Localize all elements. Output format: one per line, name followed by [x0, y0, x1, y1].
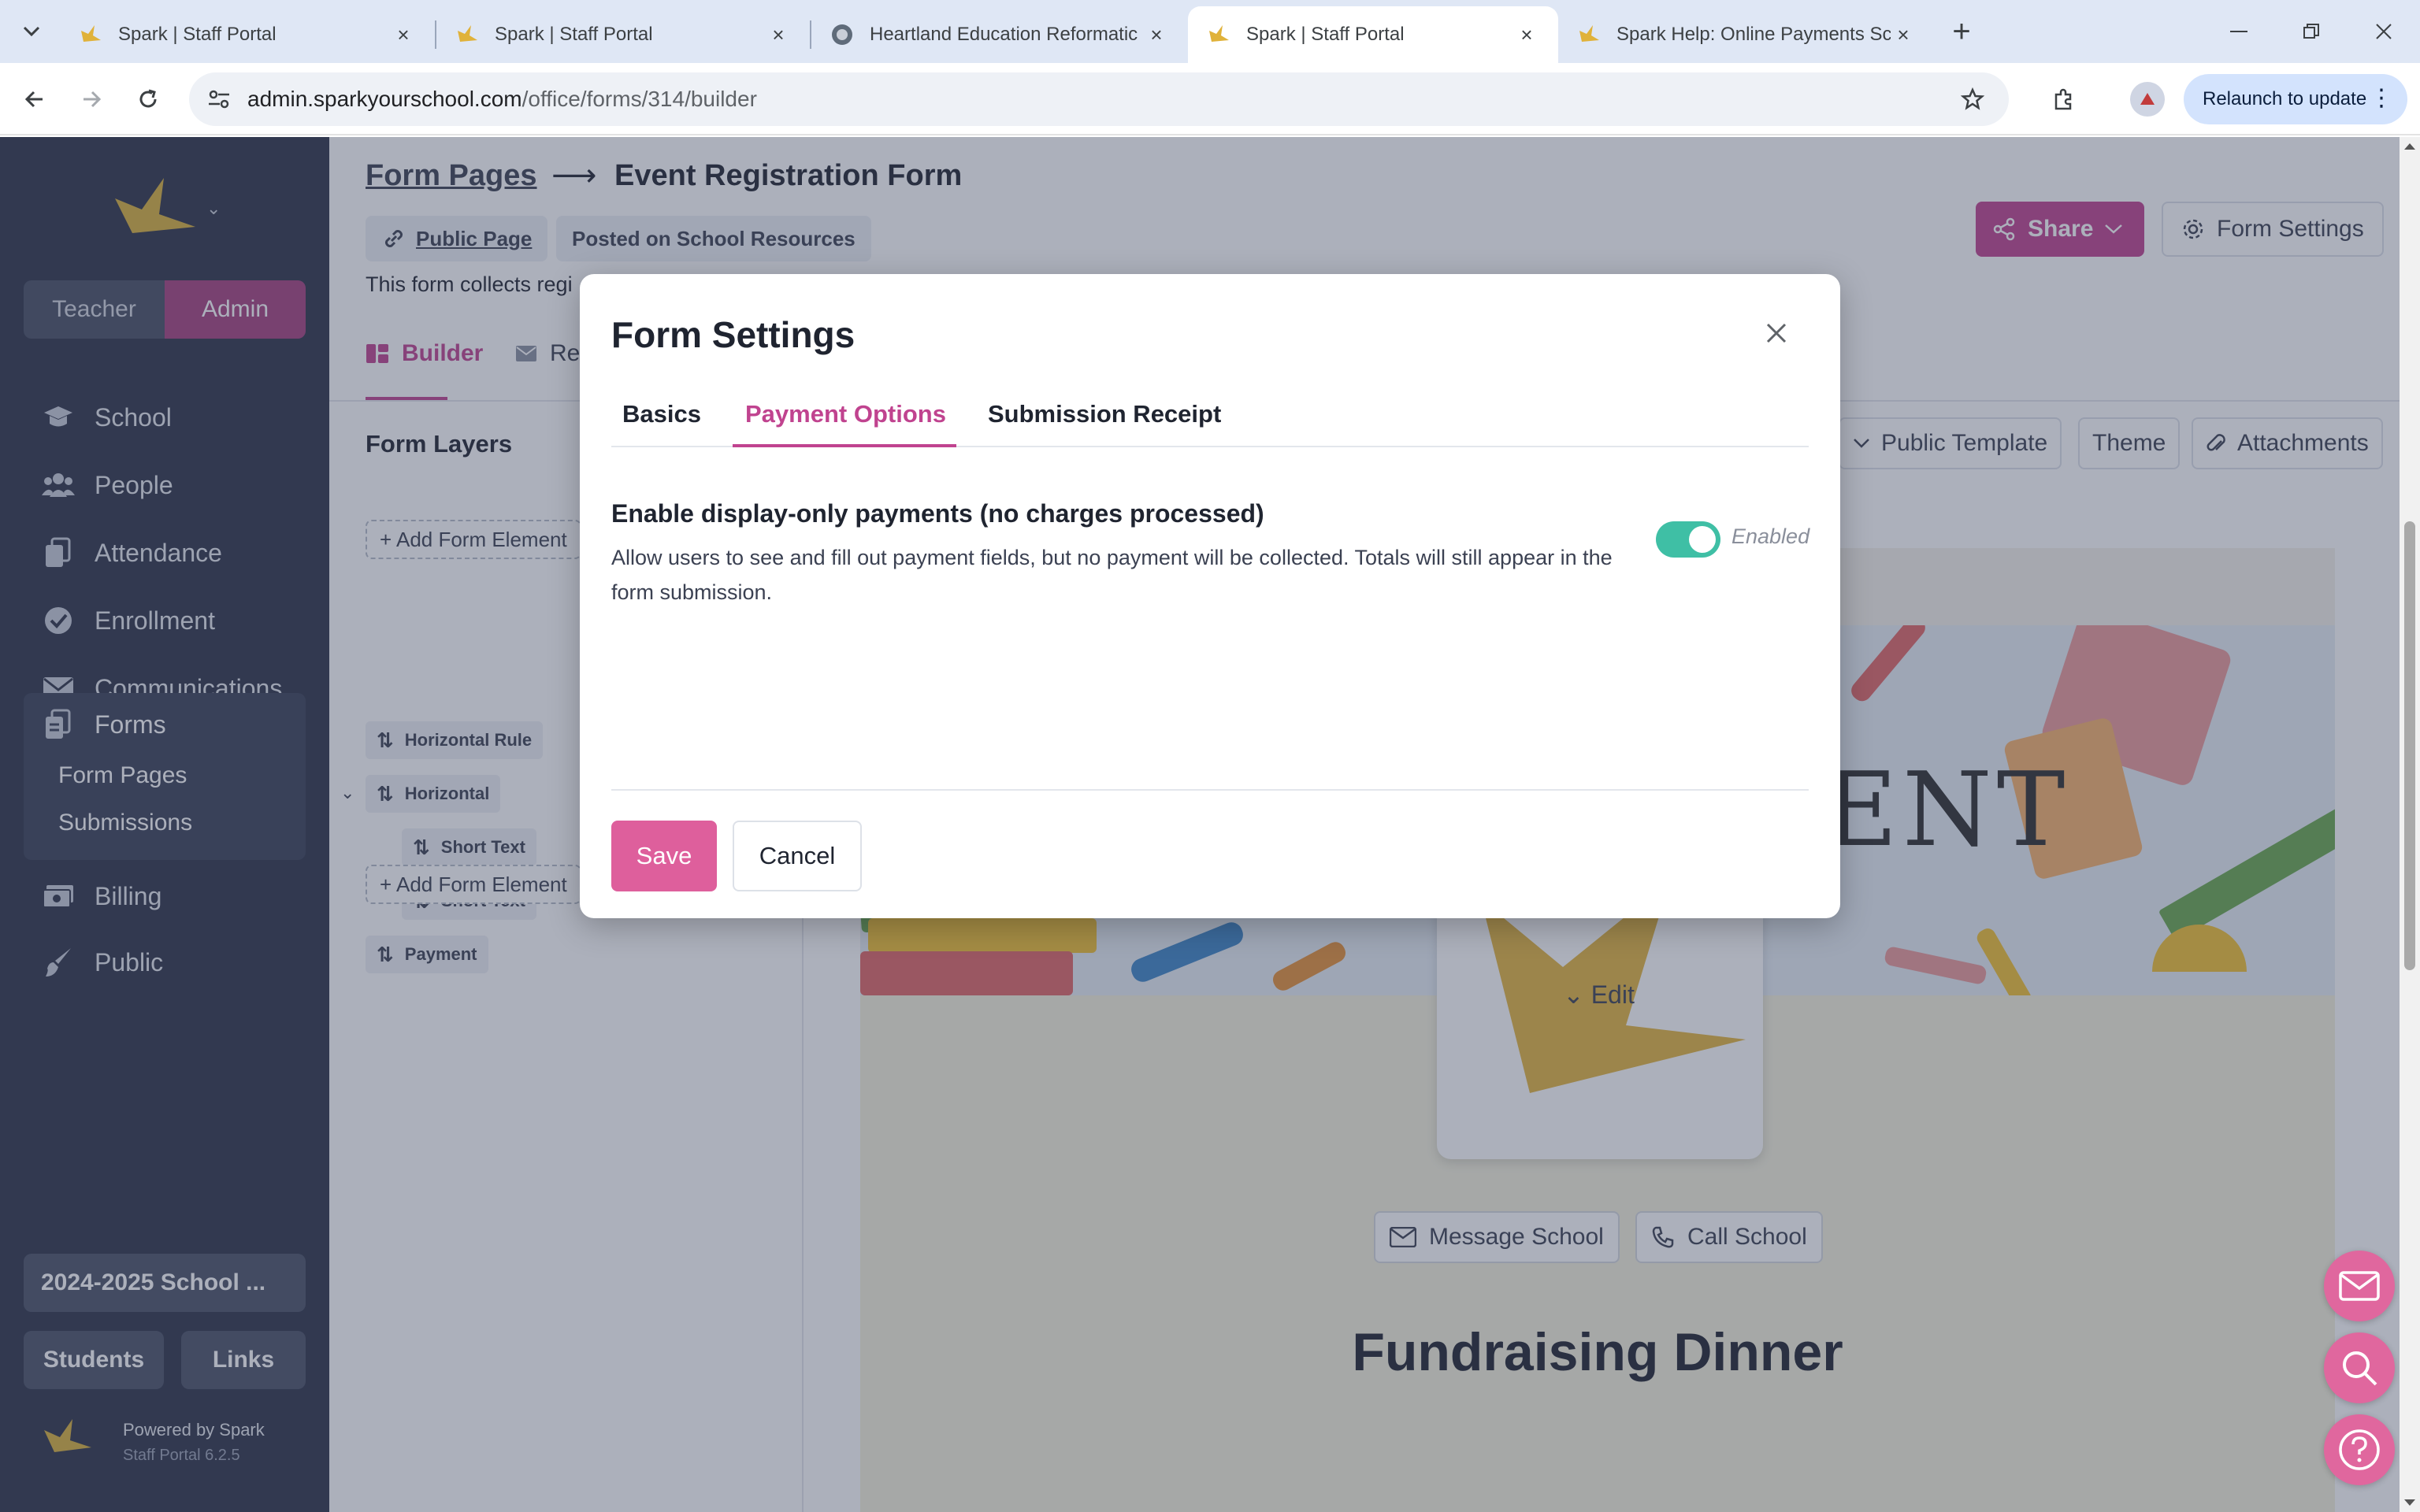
save-button[interactable]: Save: [611, 821, 717, 891]
browser-toolbar: admin.sparkyourschool.com/office/forms/3…: [0, 63, 2420, 135]
search-float-button[interactable]: [2324, 1332, 2395, 1403]
app-root: ⌄ Teacher Admin School People Attendance…: [0, 137, 2420, 1512]
new-tab-button[interactable]: +: [1944, 14, 1979, 49]
envelope-icon: [2339, 1271, 2380, 1301]
arrow-left-icon: [24, 91, 43, 108]
puzzle-icon: [2054, 88, 2072, 110]
tab-title: Spark | Staff Portal: [1246, 24, 1405, 45]
help-icon: [2339, 1429, 2380, 1470]
tab-basics[interactable]: Basics: [622, 400, 701, 428]
spark-favicon-icon: [1209, 25, 1229, 42]
close-window-button[interactable]: [2363, 14, 2404, 49]
close-icon[interactable]: ×: [1891, 22, 1916, 47]
relaunch-label: Relaunch to update: [2203, 88, 2367, 109]
address-bar[interactable]: admin.sparkyourschool.com/office/forms/3…: [189, 72, 2009, 126]
display-only-payments-description: Allow users to see and fill out payment …: [611, 546, 1613, 604]
tab-underline: [733, 444, 956, 447]
tab-title: Spark | Staff Portal: [495, 24, 653, 45]
form-settings-modal: Form Settings Basics Payment Options Sub…: [580, 274, 1840, 918]
scroll-up-icon[interactable]: [2400, 137, 2420, 156]
divider: [611, 789, 1809, 791]
star-icon: [1961, 87, 1984, 110]
extensions-button[interactable]: [2045, 80, 2083, 118]
restore-button[interactable]: [2291, 14, 2332, 49]
back-button[interactable]: [16, 80, 54, 118]
relaunch-button[interactable]: Relaunch to update ⋮: [2184, 74, 2407, 124]
browser-tab-strip: Spark | Staff Portal × Spark | Staff Por…: [0, 0, 2420, 63]
help-float-button[interactable]: [2324, 1414, 2395, 1485]
browser-tab-3[interactable]: Heartland Education Reformatic ×: [811, 6, 1188, 63]
close-icon: [1766, 323, 1787, 343]
profile-icon: [2140, 93, 2155, 105]
url-host: admin.sparkyourschool.com: [247, 87, 522, 111]
reload-button[interactable]: [129, 80, 167, 118]
display-only-payments-title: Enable display-only payments (no charges…: [611, 499, 1264, 528]
arrow-right-icon: [84, 91, 102, 108]
tab-submission-receipt[interactable]: Submission Receipt: [988, 400, 1221, 428]
reload-icon: [139, 89, 157, 108]
close-icon[interactable]: ×: [391, 22, 416, 47]
browser-tab-5[interactable]: Spark Help: Online Payments Sc ×: [1558, 6, 1935, 63]
display-only-payments-toggle[interactable]: [1656, 521, 1720, 558]
search-icon: [2343, 1351, 2377, 1386]
menu-kebab-icon[interactable]: ⋮: [2370, 87, 2393, 110]
toggle-status-label: Enabled: [1731, 524, 1810, 548]
tab-search-button[interactable]: [14, 14, 49, 49]
scroll-down-icon[interactable]: [2400, 1493, 2420, 1512]
modal-close-button[interactable]: [1757, 313, 1796, 353]
message-float-button[interactable]: [2324, 1251, 2395, 1321]
minimize-icon: [2230, 31, 2247, 32]
cancel-button[interactable]: Cancel: [733, 821, 862, 891]
url-text: admin.sparkyourschool.com/office/forms/3…: [247, 87, 757, 112]
tab-payment-options[interactable]: Payment Options: [745, 400, 946, 428]
modal-title: Form Settings: [611, 314, 856, 355]
toggle-knob: [1689, 526, 1716, 553]
site-info-button[interactable]: [203, 83, 235, 115]
chevron-down-icon: [23, 26, 40, 37]
page-scrollbar[interactable]: [2400, 137, 2420, 1512]
close-icon: [2376, 24, 2392, 39]
tab-title: Spark Help: Online Payments Sc: [1616, 24, 1891, 45]
profile-avatar[interactable]: [2130, 82, 2165, 117]
browser-tab-1[interactable]: Spark | Staff Portal ×: [60, 6, 435, 63]
globe-favicon-icon: [832, 24, 852, 45]
tab-title: Heartland Education Reformatic: [870, 24, 1138, 45]
spark-favicon-icon: [1579, 25, 1599, 42]
spark-favicon-icon: [81, 25, 101, 42]
browser-tab-2[interactable]: Spark | Staff Portal ×: [436, 6, 810, 63]
minimize-button[interactable]: [2218, 14, 2259, 49]
tune-icon: [209, 90, 229, 109]
url-path: /office/forms/314/builder: [521, 87, 757, 111]
close-icon[interactable]: ×: [1144, 22, 1169, 47]
forward-button[interactable]: [72, 80, 110, 118]
spark-favicon-icon: [458, 25, 477, 42]
tab-title: Spark | Staff Portal: [118, 24, 277, 45]
close-icon[interactable]: ×: [1514, 22, 1539, 47]
browser-tab-4-active[interactable]: Spark | Staff Portal ×: [1188, 6, 1558, 63]
restore-icon: [2303, 24, 2319, 39]
close-icon[interactable]: ×: [766, 22, 791, 47]
bookmark-button[interactable]: [1957, 83, 1988, 115]
scrollbar-thumb[interactable]: [2404, 521, 2415, 970]
